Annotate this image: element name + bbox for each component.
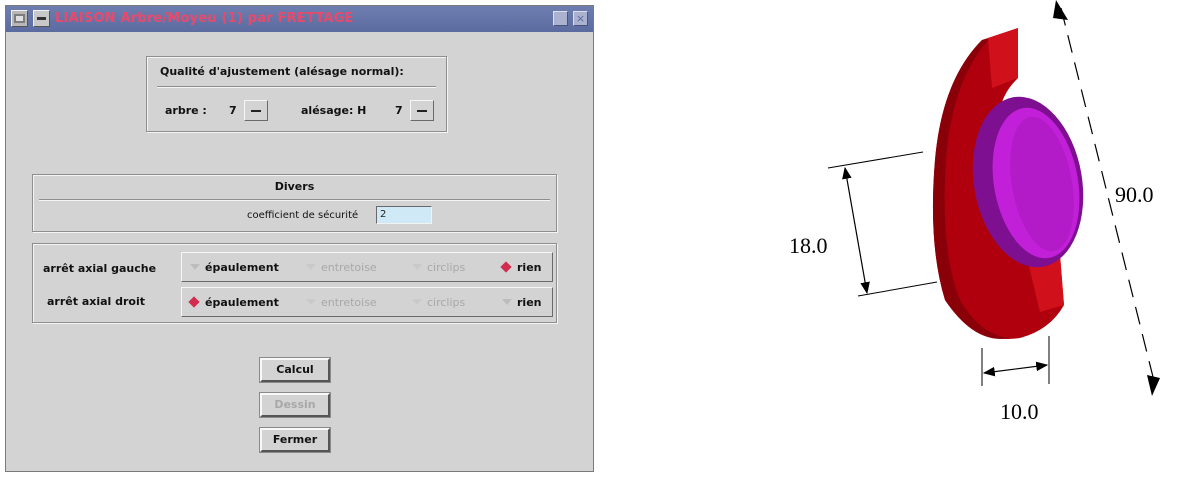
radio-droit-circlips[interactable]: circlips <box>410 294 490 312</box>
arret-droit-label: arrêt axial droit <box>47 295 146 308</box>
coef-label: coefficient de sécurité <box>247 210 359 221</box>
arret-droit-radio-group: épaulement entretoise circlips rien <box>181 287 553 317</box>
radio-off-icon <box>502 299 512 309</box>
radio-droit-epaulement[interactable]: épaulement <box>188 294 300 312</box>
dimension-width: 10.0 <box>981 336 1050 424</box>
dessin-button[interactable]: Dessin <box>259 392 331 418</box>
divers-divider <box>39 199 550 201</box>
axis-arrow-top-icon <box>1053 0 1068 20</box>
frettage-drawing: 18.0 90.0 10.0 <box>789 0 1160 424</box>
radio-on-icon <box>190 298 200 308</box>
dimension-diameter: 18.0 <box>789 151 938 297</box>
radio-label: circlips <box>427 261 466 274</box>
radio-label: épaulement <box>205 296 279 309</box>
radio-gauche-rien[interactable]: rien <box>500 259 550 277</box>
radio-label: circlips <box>427 296 466 309</box>
radio-gauche-entretoise[interactable]: entretoise <box>304 259 404 277</box>
radio-label: entretoise <box>321 261 377 274</box>
arbre-label: arbre : <box>165 104 207 117</box>
arret-gauche-radio-group: épaulement entretoise circlips rien <box>181 252 553 282</box>
radio-label: entretoise <box>321 296 377 309</box>
ajustement-heading: Qualité d'ajustement (alésage normal): <box>160 65 404 78</box>
radio-droit-entretoise[interactable]: entretoise <box>304 294 404 312</box>
coef-securite-input[interactable]: 2 <box>376 206 432 224</box>
radio-label: épaulement <box>205 261 279 274</box>
maximize-icon[interactable] <box>553 11 568 26</box>
close-icon[interactable]: × <box>573 11 588 26</box>
arbre-value: 7 <box>229 104 237 117</box>
divers-group: Divers coefficient de sécurité 2 <box>32 174 557 232</box>
liaison-dialog: LIAISON Arbre/Moyeu (1) par FRETTAGE × Q… <box>5 5 594 472</box>
ajustement-divider <box>157 86 436 88</box>
fermer-button[interactable]: Fermer <box>259 427 331 453</box>
title-bar[interactable]: LIAISON Arbre/Moyeu (1) par FRETTAGE × <box>6 6 593 32</box>
divers-heading: Divers <box>274 180 315 193</box>
radio-gauche-circlips[interactable]: circlips <box>410 259 490 277</box>
alesage-value: 7 <box>395 104 403 117</box>
axis-arrow-bottom-icon <box>1147 375 1160 396</box>
radio-off-icon <box>412 264 422 274</box>
alesage-quality-selector[interactable] <box>410 100 434 121</box>
radio-on-icon <box>502 263 512 273</box>
dim-length-label: 90.0 <box>1115 182 1154 207</box>
radio-off-icon <box>190 264 200 274</box>
minimize-icon[interactable] <box>33 10 50 27</box>
system-menu-icon[interactable] <box>11 10 28 27</box>
radio-off-icon <box>306 299 316 309</box>
alesage-label: alésage: H <box>301 104 367 117</box>
dim-width-label: 10.0 <box>1000 399 1039 424</box>
window-title: LIAISON Arbre/Moyeu (1) par FRETTAGE <box>55 11 354 26</box>
radio-off-icon <box>412 299 422 309</box>
calcul-button[interactable]: Calcul <box>259 357 331 383</box>
radio-off-icon <box>306 264 316 274</box>
radio-label: rien <box>517 261 542 274</box>
arbre-quality-selector[interactable] <box>244 100 268 121</box>
arret-gauche-label: arrêt axial gauche <box>43 262 157 275</box>
arrets-group: arrêt axial gauche épaulement entretoise… <box>32 243 557 323</box>
radio-label: rien <box>517 296 542 309</box>
radio-gauche-epaulement[interactable]: épaulement <box>188 259 300 277</box>
dim-diameter-label: 18.0 <box>789 233 828 258</box>
ajustement-group: Qualité d'ajustement (alésage normal): a… <box>146 56 447 132</box>
radio-droit-rien[interactable]: rien <box>500 294 550 312</box>
